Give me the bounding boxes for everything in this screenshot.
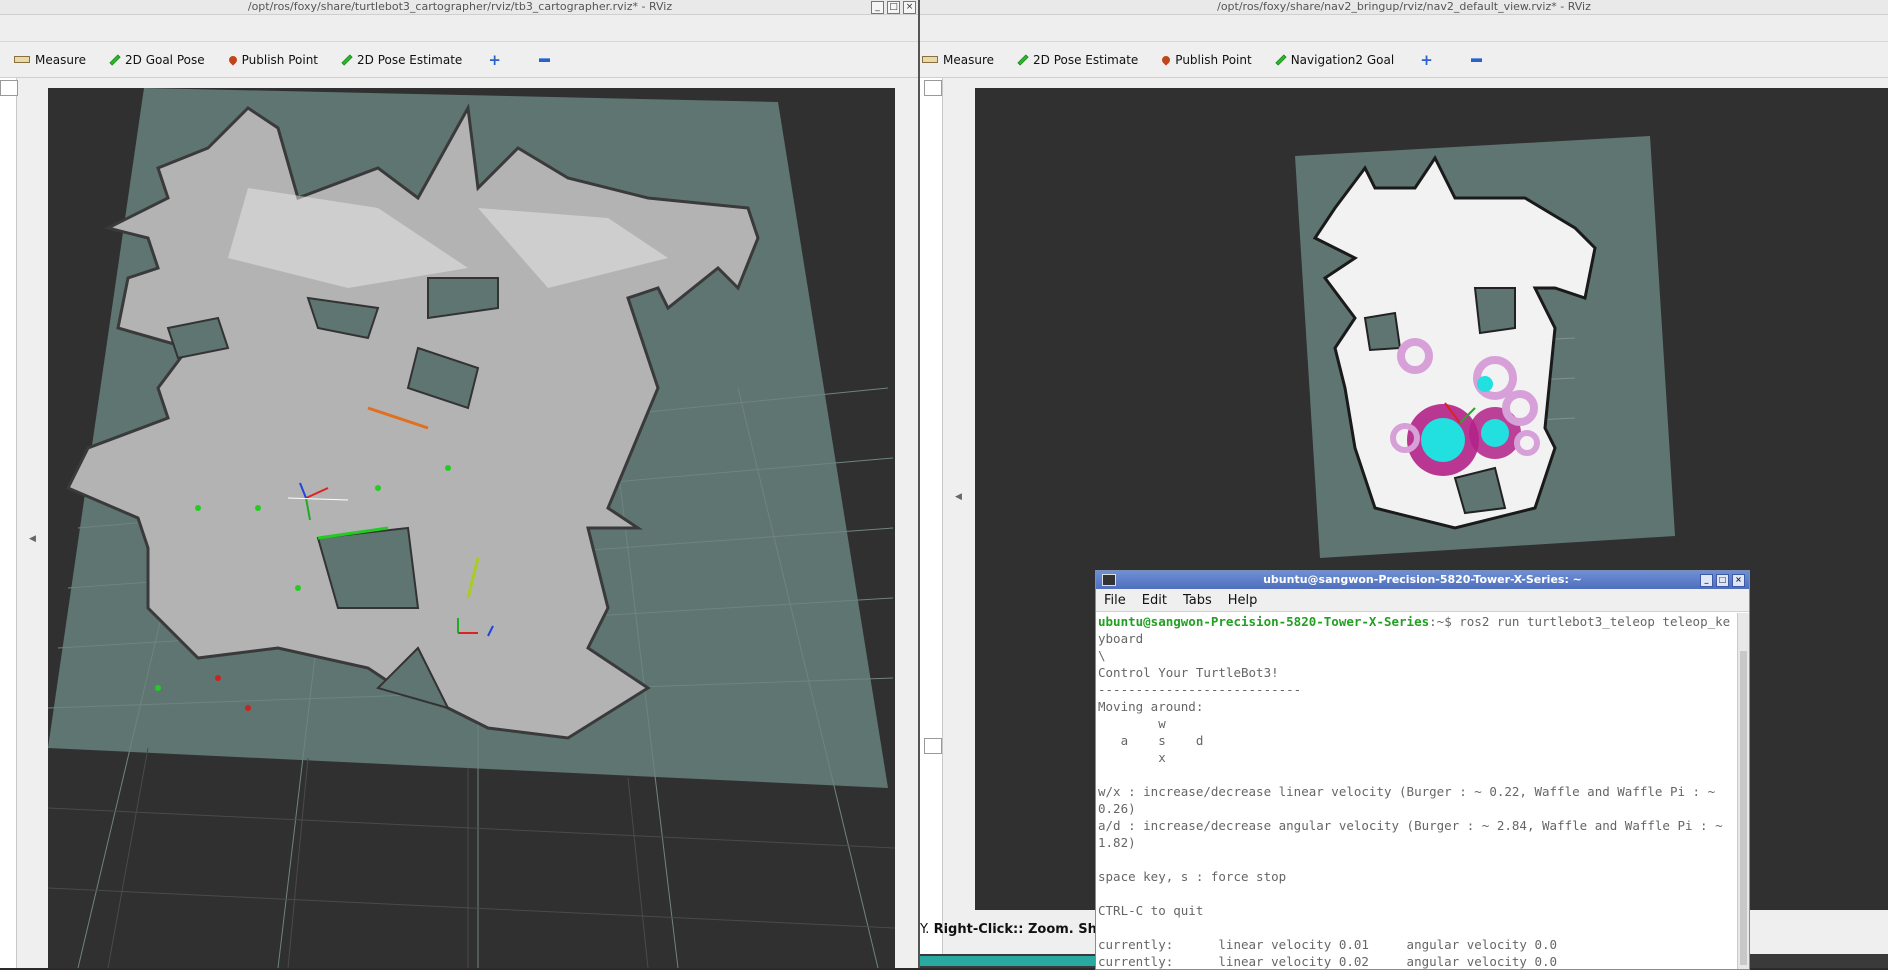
terminal-menu-bar: File Edit Tabs Help <box>1096 589 1749 612</box>
terminal-output[interactable]: ubuntu@sangwon-Precision-5820-Tower-X-Se… <box>1096 613 1737 969</box>
window-title: /opt/ros/foxy/share/nav2_bringup/rviz/na… <box>1217 0 1591 13</box>
menu-file[interactable]: File <box>1104 593 1126 608</box>
menu-help[interactable]: Help <box>1228 593 1258 608</box>
3d-viewport[interactable] <box>48 88 895 968</box>
ruler-icon <box>14 56 30 63</box>
scrollbar-thumb[interactable] <box>1740 651 1747 965</box>
remove-tool-button[interactable] <box>1470 57 1482 62</box>
tool-publish-point[interactable]: Publish Point <box>1160 53 1252 67</box>
minus-icon <box>1470 57 1482 62</box>
collapse-left-icon[interactable]: ◀ <box>955 492 962 502</box>
tools-toolbar: Measure 2D Goal Pose Publish Point 2D Po… <box>0 42 920 78</box>
terminal-line: a/d : increase/decrease angular velocity… <box>1098 818 1731 850</box>
progress-fill <box>920 956 1095 966</box>
terminal-line: Moving around: <box>1098 699 1204 714</box>
menu-bar <box>0 15 920 42</box>
close-icon[interactable]: × <box>903 1 916 14</box>
window-titlebar[interactable]: /opt/ros/foxy/share/turtlebot3_cartograp… <box>0 0 920 15</box>
menu-edit[interactable]: Edit <box>1142 593 1167 608</box>
terminal-line: CTRL-C to quit <box>1098 903 1204 918</box>
add-tool-button[interactable]: + <box>1420 51 1433 69</box>
tools-toolbar: Measure 2D Pose Estimate Publish Point N… <box>920 42 1888 78</box>
plus-icon: + <box>488 50 501 69</box>
terminal-titlebar[interactable]: ubuntu@sangwon-Precision-5820-Tower-X-Se… <box>1096 571 1749 589</box>
collapse-left-icon[interactable]: ◀ <box>29 534 36 544</box>
terminal-line: Control Your TurtleBot3! <box>1098 665 1279 680</box>
minus-icon <box>538 57 550 62</box>
tool-measure[interactable]: Measure <box>922 53 994 67</box>
minimize-icon[interactable]: _ <box>1700 574 1713 587</box>
terminal-line: a s d <box>1098 733 1204 748</box>
terminal-icon <box>1102 574 1116 586</box>
panel-toggle-button[interactable] <box>924 80 942 96</box>
plus-icon: + <box>1420 50 1433 69</box>
tool-2d-goal-pose[interactable]: 2D Goal Pose <box>110 53 205 67</box>
prompt-user: ubuntu@sangwon-Precision-5820-Tower-X-Se… <box>1098 614 1430 629</box>
map-render <box>48 88 895 968</box>
rviz-window-left: /opt/ros/foxy/share/turtlebot3_cartograp… <box>0 0 920 968</box>
green-arrow-icon <box>342 55 352 64</box>
terminal-window[interactable]: ubuntu@sangwon-Precision-5820-Tower-X-Se… <box>1095 570 1750 970</box>
tool-publish-point[interactable]: Publish Point <box>226 53 318 67</box>
green-arrow-icon <box>110 55 120 64</box>
ruler-icon <box>922 56 938 63</box>
add-tool-button[interactable]: + <box>488 51 501 69</box>
terminal-line: --------------------------- <box>1098 682 1302 697</box>
minimize-icon[interactable]: _ <box>871 1 884 14</box>
terminal-line: currently: linear velocity 0.02 angular … <box>1098 954 1558 969</box>
panel-toggle-button[interactable] <box>0 80 18 96</box>
terminal-scrollbar[interactable] <box>1737 613 1749 969</box>
remove-tool-button[interactable] <box>538 57 550 62</box>
tool-2d-pose-estimate[interactable]: 2D Pose Estimate <box>342 53 462 67</box>
menu-bar <box>920 15 1888 42</box>
displays-panel-collapsed[interactable] <box>0 78 17 968</box>
terminal-line: \ <box>1098 648 1106 663</box>
panel-toggle-button-2[interactable] <box>924 738 942 754</box>
green-arrow-icon <box>1276 55 1285 64</box>
tool-navigation2-goal[interactable]: Navigation2 Goal <box>1276 53 1394 67</box>
green-arrow-icon <box>1018 55 1028 64</box>
terminal-line: currently: linear velocity 0.01 angular … <box>1098 937 1558 952</box>
menu-tabs[interactable]: Tabs <box>1183 593 1212 608</box>
status-bar: Y. Right-Click:: Zoom. Sh <box>920 922 1097 937</box>
window-title: /opt/ros/foxy/share/turtlebot3_cartograp… <box>247 0 673 13</box>
tool-2d-pose-estimate[interactable]: 2D Pose Estimate <box>1018 53 1138 67</box>
maximize-icon[interactable]: □ <box>887 1 900 14</box>
tool-measure[interactable]: Measure <box>14 53 86 67</box>
maximize-icon[interactable]: □ <box>1716 574 1729 587</box>
window-titlebar[interactable]: /opt/ros/foxy/share/nav2_bringup/rviz/na… <box>920 0 1888 15</box>
map-pin-icon <box>226 53 239 66</box>
displays-panel-collapsed[interactable] <box>920 78 943 958</box>
map-pin-icon <box>1160 53 1172 66</box>
terminal-line: w/x : increase/decrease linear velocity … <box>1098 784 1723 816</box>
terminal-title: ubuntu@sangwon-Precision-5820-Tower-X-Se… <box>1263 573 1582 586</box>
terminal-line: w <box>1098 716 1166 731</box>
close-icon[interactable]: × <box>1732 574 1745 587</box>
terminal-line: space key, s : force stop <box>1098 869 1287 884</box>
terminal-line: x <box>1098 750 1166 765</box>
